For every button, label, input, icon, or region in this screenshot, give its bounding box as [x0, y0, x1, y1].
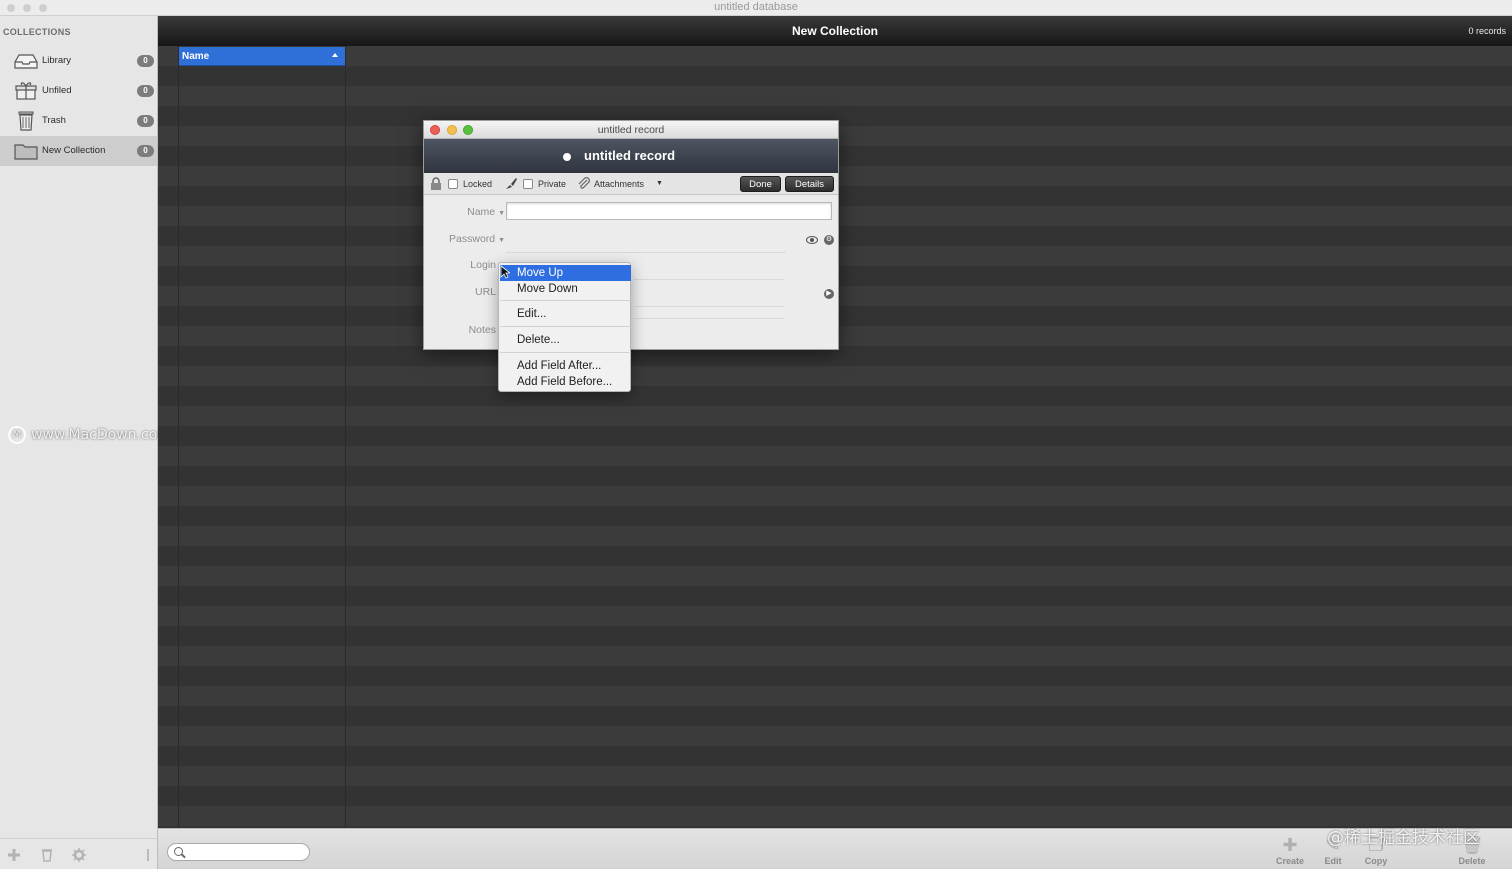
field-label-password[interactable]: Password ▼ [434, 233, 505, 245]
count-badge: 0 [137, 55, 154, 67]
record-count: 0 records [1468, 26, 1506, 36]
count-badge: 0 [137, 85, 154, 97]
details-button[interactable]: Details [785, 176, 834, 192]
field-label-login[interactable]: Login [434, 259, 496, 271]
trash-icon[interactable] [39, 848, 55, 862]
field-label-notes[interactable]: Notes [434, 324, 496, 336]
sidebar-item-label: Trash [42, 115, 66, 126]
collection-header: New Collection 0 records [158, 16, 1512, 46]
record-heading-bar: untitled record [424, 139, 838, 173]
sidebar-item-new-collection[interactable]: New Collection 0 [0, 136, 157, 166]
sort-ascending-icon [332, 53, 338, 57]
notes-field[interactable] [634, 318, 784, 319]
window-titlebar: untitled database [0, 0, 1512, 16]
login-field[interactable] [634, 279, 784, 280]
locked-checkbox[interactable] [448, 179, 458, 189]
window-title: untitled database [714, 1, 798, 13]
create-button[interactable]: ✚ Create [1270, 834, 1310, 868]
watermark-text: www.MacDown.com [31, 427, 171, 443]
private-label: Private [538, 179, 567, 189]
record-window-title: untitled record [597, 124, 665, 136]
chevron-down-icon[interactable]: ▼ [656, 180, 663, 187]
record-window-titlebar: untitled record [424, 121, 838, 139]
logo-icon: M [8, 426, 26, 444]
add-collection-icon[interactable] [6, 848, 22, 862]
generate-password-icon[interactable]: ⚙ [824, 235, 834, 245]
inbox-tray-icon [14, 54, 38, 69]
mouse-cursor-icon [500, 265, 510, 279]
record-toolbar: Locked Private Attachments ▼ Done Detail… [424, 173, 838, 195]
sidebar-item-unfiled[interactable]: Unfiled 0 [0, 76, 157, 106]
resize-handle[interactable] [147, 849, 149, 861]
watermark: Mwww.MacDown.com [8, 426, 171, 444]
sidebar-item-trash[interactable]: Trash 0 [0, 106, 157, 136]
create-label: Create [1275, 856, 1304, 866]
menu-separator [500, 326, 631, 327]
collection-title: New Collection [791, 24, 878, 38]
search-input[interactable] [167, 843, 310, 861]
search-icon [174, 847, 183, 856]
sidebar-item-label: Unfiled [42, 85, 72, 96]
field-label-text: Name [467, 206, 496, 218]
watermark: @稀土掘金技术社区 [1327, 828, 1480, 848]
field-context-menu: Move Up Move Down Edit... Delete... Add … [498, 262, 631, 392]
column-header-label: Name [182, 51, 210, 62]
menu-separator [500, 352, 631, 353]
open-url-icon[interactable]: ▶ [824, 289, 834, 299]
field-label-name[interactable]: Name ▼ [434, 206, 505, 218]
menu-item-add-field-before[interactable]: Add Field Before... [500, 374, 631, 390]
record-heading: untitled record [584, 148, 676, 163]
sidebar-item-library[interactable]: Library 0 [0, 46, 157, 76]
sidebar-item-label: New Collection [42, 145, 106, 156]
status-dot-icon [563, 153, 571, 161]
sidebar-footer [0, 838, 157, 869]
menu-item-delete[interactable]: Delete... [500, 332, 631, 348]
sidebar-header: COLLECTIONS [3, 27, 71, 37]
chevron-down-icon: ▼ [498, 210, 505, 217]
private-checkbox[interactable] [523, 179, 533, 189]
menu-item-edit[interactable]: Edit... [500, 306, 631, 322]
gear-icon[interactable] [71, 848, 87, 862]
done-button[interactable]: Done [740, 176, 781, 192]
edit-label: Edit [1324, 856, 1342, 866]
lock-icon [431, 177, 441, 190]
gift-box-icon [15, 82, 37, 100]
record-window: untitled record untitled record Locked P… [423, 120, 839, 350]
name-field[interactable] [506, 202, 832, 220]
bottom-toolbar: ✚ Create ✎ Edit ❐ Copy 🗑 Delete [158, 828, 1512, 869]
password-field[interactable] [506, 252, 786, 253]
field-label-text: Password [449, 233, 496, 245]
menu-separator [500, 300, 631, 301]
menu-item-move-down[interactable]: Move Down [500, 281, 631, 297]
paperclip-icon [578, 177, 590, 189]
column-divider [345, 46, 346, 828]
count-badge: 0 [137, 115, 154, 127]
delete-label: Delete [1458, 856, 1486, 866]
column-divider [178, 46, 179, 828]
attachments-menu[interactable]: Attachments [594, 179, 644, 189]
trash-icon [18, 111, 34, 131]
chevron-down-icon: ▼ [498, 237, 505, 244]
eye-icon[interactable] [806, 236, 818, 244]
copy-label: Copy [1364, 856, 1388, 866]
sidebar-item-label: Library [42, 55, 72, 66]
brush-icon [506, 178, 517, 189]
menu-item-add-field-after[interactable]: Add Field After... [500, 358, 631, 374]
url-field[interactable] [634, 306, 784, 307]
menu-item-move-up[interactable]: Move Up [500, 265, 631, 281]
column-header-name[interactable]: Name [179, 47, 345, 66]
locked-label: Locked [463, 179, 493, 189]
plus-icon: ✚ [1282, 835, 1298, 855]
field-label-url[interactable]: URL [434, 286, 496, 298]
folder-icon [14, 144, 38, 160]
count-badge: 0 [137, 145, 154, 157]
